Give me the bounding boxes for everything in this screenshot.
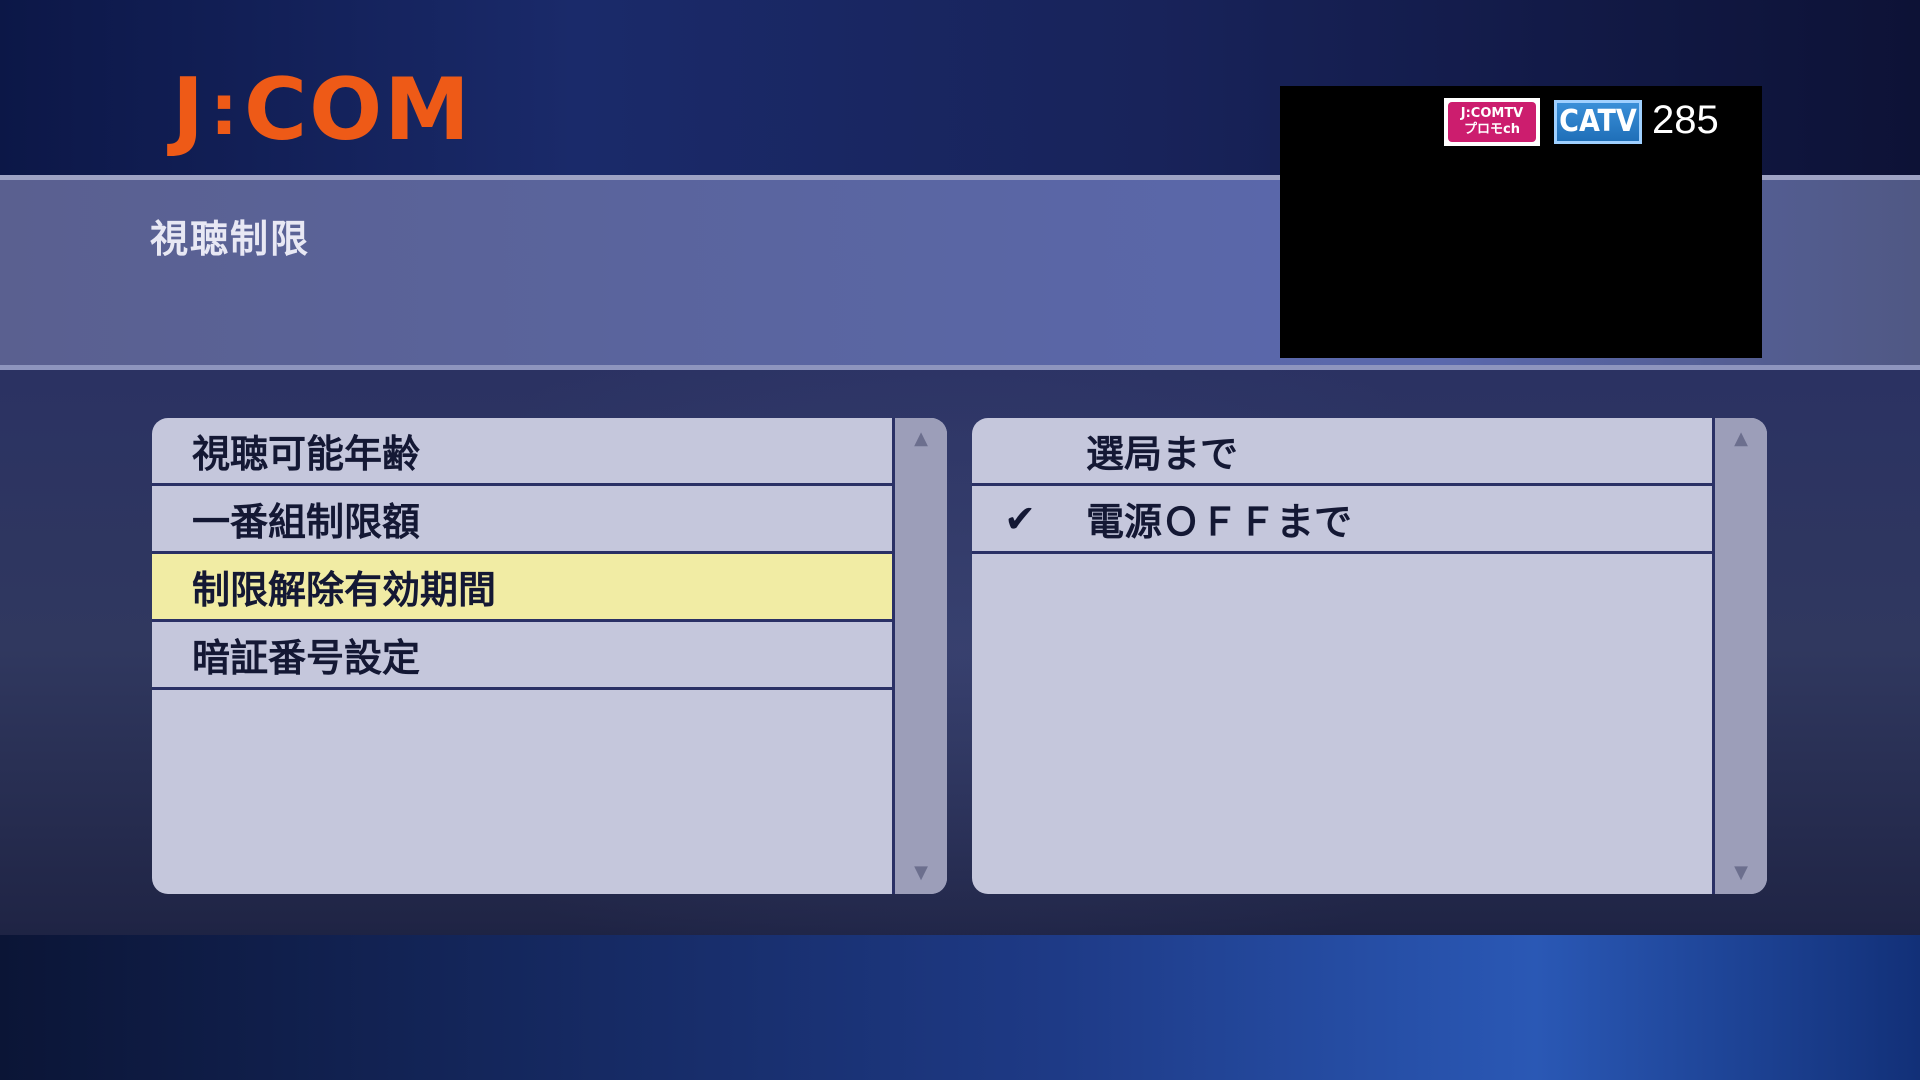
menu-item-label: 一番組制限額 [192,500,421,544]
badge-service-line1: J:COMTV [1460,106,1524,121]
bottom-band [0,935,1920,1080]
option-until-power-off[interactable]: ✔ 電源ＯＦＦまで [972,486,1712,554]
menu-item-program-limit[interactable]: 一番組制限額 [152,486,892,554]
option-until-channel-select[interactable]: 選局まで [972,418,1712,486]
options-scrollbar[interactable]: ▲ ▼ [1712,418,1767,894]
menu-item-label: 制限解除有効期間 [192,568,497,612]
badge-service-line2: プロモch [1464,122,1520,137]
catv-badge: CATV [1554,100,1642,144]
channel-number: 285 [1652,98,1719,142]
menu-item-unlock-period[interactable]: 制限解除有効期間 [152,551,892,622]
menu-item-pin-setting[interactable]: 暗証番号設定 [152,622,892,690]
scroll-up-icon[interactable]: ▲ [914,430,928,448]
options-panel: 選局まで ✔ 電源ＯＦＦまで ▲ ▼ [972,418,1767,894]
option-label: 電源ＯＦＦまで [1086,500,1353,544]
menu-item-viewing-age[interactable]: 視聴可能年齢 [152,418,892,486]
menu-item-label: 暗証番号設定 [192,636,421,680]
logo-colon: : [210,68,240,151]
settings-menu-list: 視聴可能年齢 一番組制限額 制限解除有効期間 暗証番号設定 [152,418,892,894]
logo-text-left: J [172,59,206,160]
settings-menu-panel: 視聴可能年齢 一番組制限額 制限解除有効期間 暗証番号設定 ▲ ▼ [152,418,947,894]
menu-item-label: 視聴可能年齢 [192,432,421,476]
jcom-logo: J : COM [172,59,472,160]
check-mark-icon: ✔ [1004,496,1036,541]
scroll-up-icon[interactable]: ▲ [1734,430,1748,448]
tv-preview-window: J:COMTV プロモch CATV 285 [1280,86,1762,358]
page-title: 視聴制限 [150,217,311,261]
menu-scrollbar[interactable]: ▲ ▼ [892,418,947,894]
scroll-down-icon[interactable]: ▼ [914,864,928,882]
option-label: 選局まで [1086,432,1239,476]
options-list: 選局まで ✔ 電源ＯＦＦまで [972,418,1712,894]
scroll-down-icon[interactable]: ▼ [1734,864,1748,882]
jcomtv-promo-channel-badge: J:COMTV プロモch [1444,98,1540,146]
logo-text-right: COM [244,59,472,160]
